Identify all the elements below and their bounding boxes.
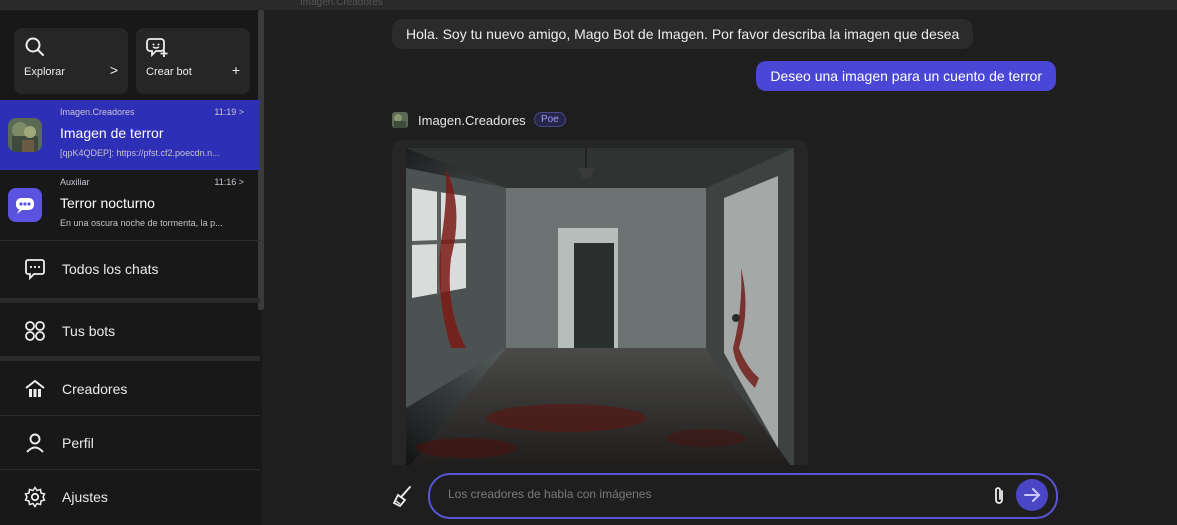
- divider: [0, 356, 260, 361]
- sidebar: Explorar > Crear bot + Imagen.Creadores …: [0, 10, 264, 525]
- explore-label: Explorar: [24, 66, 65, 78]
- chat-bubble-icon: [25, 259, 45, 280]
- chat-time: 11:16 >: [214, 177, 244, 187]
- chat-panel: Hola. Soy tu nuevo amigo, Mago Bot de Im…: [264, 10, 1177, 525]
- chat-item-imagen-de-terror[interactable]: Imagen.Creadores 11:19 > Imagen de terro…: [0, 100, 260, 170]
- creators-icon: [25, 379, 45, 397]
- chat-item-terror-nocturno[interactable]: Auxiliar 11:16 > Terror nocturno En una …: [0, 170, 260, 240]
- broom-icon[interactable]: [392, 485, 414, 507]
- chat-title: Imagen de terror: [60, 125, 164, 141]
- nav-label: Perfil: [62, 435, 94, 451]
- arrow-right-icon: [1024, 488, 1041, 502]
- chat-bot-name: Auxiliar: [60, 177, 90, 187]
- divider: [0, 469, 260, 470]
- chevron-right-icon: >: [109, 62, 118, 78]
- generated-image-card[interactable]: [392, 140, 808, 470]
- top-strip: Imagen.Creadores: [0, 0, 1177, 10]
- bot-avatar[interactable]: [392, 112, 408, 128]
- nav-label: Tus bots: [62, 323, 116, 339]
- nav-profile[interactable]: Perfil: [0, 418, 260, 470]
- bots-grid-icon: [25, 321, 45, 341]
- bot-avatar: [8, 118, 42, 152]
- user-message: Deseo una imagen para un cuento de terro…: [756, 61, 1056, 91]
- bot-avatar: [8, 188, 42, 222]
- divider: [0, 415, 260, 416]
- create-bot-button[interactable]: Crear bot +: [136, 28, 250, 94]
- send-button[interactable]: [1016, 479, 1048, 511]
- composer: [386, 465, 1177, 525]
- nav-label: Todos los chats: [62, 261, 159, 277]
- nav-label: Creadores: [62, 381, 128, 397]
- message-input[interactable]: [446, 486, 970, 502]
- chat-title: Terror nocturno: [60, 195, 155, 211]
- top-ghost-text: Imagen.Creadores: [300, 0, 383, 8]
- explore-button[interactable]: Explorar >: [14, 28, 128, 94]
- search-icon: [25, 37, 44, 56]
- nav-all-chats[interactable]: Todos los chats: [0, 244, 260, 296]
- chat-time: 11:19 >: [214, 107, 244, 117]
- plus-icon: +: [231, 62, 240, 78]
- divider: [0, 298, 260, 303]
- divider: [0, 240, 260, 241]
- nav-label: Ajustes: [62, 489, 108, 505]
- nav-creators[interactable]: Creadores: [0, 364, 260, 416]
- reply-bot-name[interactable]: Imagen.Creadores: [418, 113, 526, 128]
- poe-badge: Poe: [534, 112, 566, 127]
- sidebar-top-buttons: Explorar > Crear bot +: [14, 28, 250, 98]
- nav-settings[interactable]: Ajustes: [0, 472, 260, 524]
- create-bot-label: Crear bot: [146, 66, 192, 78]
- bot-greeting-message: Hola. Soy tu nuevo amigo, Mago Bot de Im…: [392, 19, 974, 49]
- chat-bot-name: Imagen.Creadores: [60, 107, 135, 117]
- new-bot-icon: [146, 38, 168, 58]
- nav-your-bots[interactable]: Tus bots: [0, 306, 260, 358]
- chat-preview: [qpK4QDEP]: https://pfst.cf2.poecdn.n...: [60, 148, 220, 158]
- message-input-container[interactable]: [428, 473, 1058, 519]
- chat-preview: En una oscura noche de tormenta, la p...: [60, 218, 223, 228]
- user-icon: [26, 433, 44, 453]
- paperclip-icon[interactable]: [990, 486, 1008, 506]
- generated-horror-image[interactable]: [406, 148, 794, 470]
- gear-icon: [24, 486, 46, 508]
